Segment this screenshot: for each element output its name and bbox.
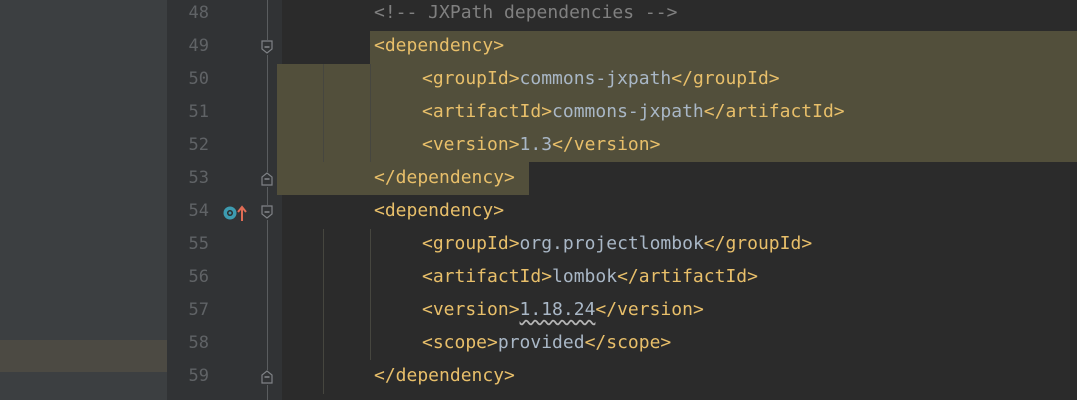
xml-tag: <dependency> (374, 35, 505, 56)
line-number[interactable]: 59 (167, 366, 209, 386)
xml-text: provided (497, 332, 585, 353)
code-text[interactable]: </dependency> (374, 167, 515, 188)
code-text[interactable]: </dependency> (374, 365, 515, 386)
code-text[interactable]: <groupId>commons-jxpath</groupId> (422, 68, 780, 89)
code-text[interactable]: <dependency> (374, 200, 504, 221)
xml-tag: <version> (422, 299, 520, 320)
fold-end-icon[interactable] (260, 370, 274, 384)
code-text[interactable]: <dependency> (374, 35, 504, 56)
xml-tag: <groupId> (422, 233, 520, 254)
xml-tag: </scope> (584, 332, 672, 353)
code-line[interactable]: 56 <artifactId>lombok</artifactId> (167, 262, 1077, 295)
code-text[interactable]: <artifactId>commons-jxpath</artifactId> (422, 101, 845, 122)
xml-tag: </groupId> (703, 233, 813, 254)
xml-tag: </artifactId> (617, 266, 758, 287)
line-number[interactable]: 48 (167, 3, 209, 23)
xml-tag: <version> (422, 134, 520, 155)
xml-tag: </groupId> (671, 68, 780, 89)
code-line[interactable]: 51 <artifactId>commons-jxpath</artifactId… (167, 97, 1077, 130)
xml-comment: <!-- JXPath dependencies --> (374, 2, 678, 23)
navigate-up-arrow-icon[interactable] (237, 205, 247, 221)
line-number[interactable]: 49 (167, 36, 209, 56)
line-number[interactable]: 57 (167, 300, 209, 320)
code-text[interactable]: <version>1.3</version> (422, 134, 660, 155)
fold-collapse-icon[interactable] (260, 205, 274, 219)
code-line[interactable]: 50 <groupId>commons-jxpath</groupId> (167, 64, 1077, 97)
xml-tag: </dependency> (374, 167, 515, 188)
code-text[interactable]: <artifactId>lombok</artifactId> (422, 266, 758, 287)
line-number[interactable]: 56 (167, 267, 209, 287)
project-tree-selected-row[interactable] (0, 340, 167, 372)
gutter-markers[interactable] (222, 204, 248, 222)
xml-tag: </version> (595, 299, 704, 320)
fold-collapse-icon[interactable] (260, 40, 274, 54)
override-icon[interactable] (223, 206, 237, 220)
xml-tag: </artifactId> (703, 101, 845, 122)
line-number[interactable]: 50 (167, 69, 209, 89)
xml-tag: <artifactId> (422, 101, 553, 122)
code-text[interactable]: <!-- JXPath dependencies --> (374, 2, 677, 23)
code-text[interactable]: <groupId>org.projectlombok</groupId> (422, 233, 812, 254)
line-number[interactable]: 51 (167, 102, 209, 122)
xml-tag: </version> (552, 134, 661, 155)
xml-tag: <groupId> (422, 68, 520, 89)
xml-text: commons-jxpath (519, 68, 672, 89)
line-number[interactable]: 58 (167, 333, 209, 353)
code-text[interactable]: <scope>provided</scope> (422, 332, 671, 353)
fold-end-icon[interactable] (260, 172, 274, 186)
xml-text: commons-jxpath (552, 101, 704, 122)
xml-tag: <dependency> (374, 200, 505, 221)
code-line[interactable]: 53 </dependency> (167, 163, 1077, 196)
line-number[interactable]: 52 (167, 135, 209, 155)
xml-tag: <scope> (422, 332, 498, 353)
code-line[interactable]: 49 <dependency> (167, 31, 1077, 64)
xml-text: 1.3 (519, 134, 553, 155)
code-line[interactable]: 52 <version>1.3</version> (167, 130, 1077, 163)
line-number[interactable]: 54 (167, 201, 209, 221)
xml-text: org.projectlombok (519, 233, 704, 254)
xml-tag: </dependency> (374, 365, 515, 386)
code-line[interactable]: 54 <dependency> (167, 196, 1077, 229)
line-number[interactable]: 55 (167, 234, 209, 254)
code-line[interactable]: 58 <scope>provided</scope> (167, 328, 1077, 361)
xml-text: 1.18.24 (519, 299, 596, 320)
xml-text: lombok (552, 266, 618, 287)
line-number[interactable]: 53 (167, 168, 209, 188)
code-text[interactable]: <version>1.18.24</version> (422, 299, 704, 320)
code-line[interactable]: 48 <!-- JXPath dependencies --> (167, 0, 1077, 31)
code-line[interactable]: 59 </dependency> (167, 361, 1077, 394)
xml-tag: <artifactId> (422, 266, 553, 287)
code-line[interactable]: 57 <version>1.18.24</version> (167, 295, 1077, 328)
code-line[interactable]: 55 <groupId>org.projectlombok</groupId> (167, 229, 1077, 262)
